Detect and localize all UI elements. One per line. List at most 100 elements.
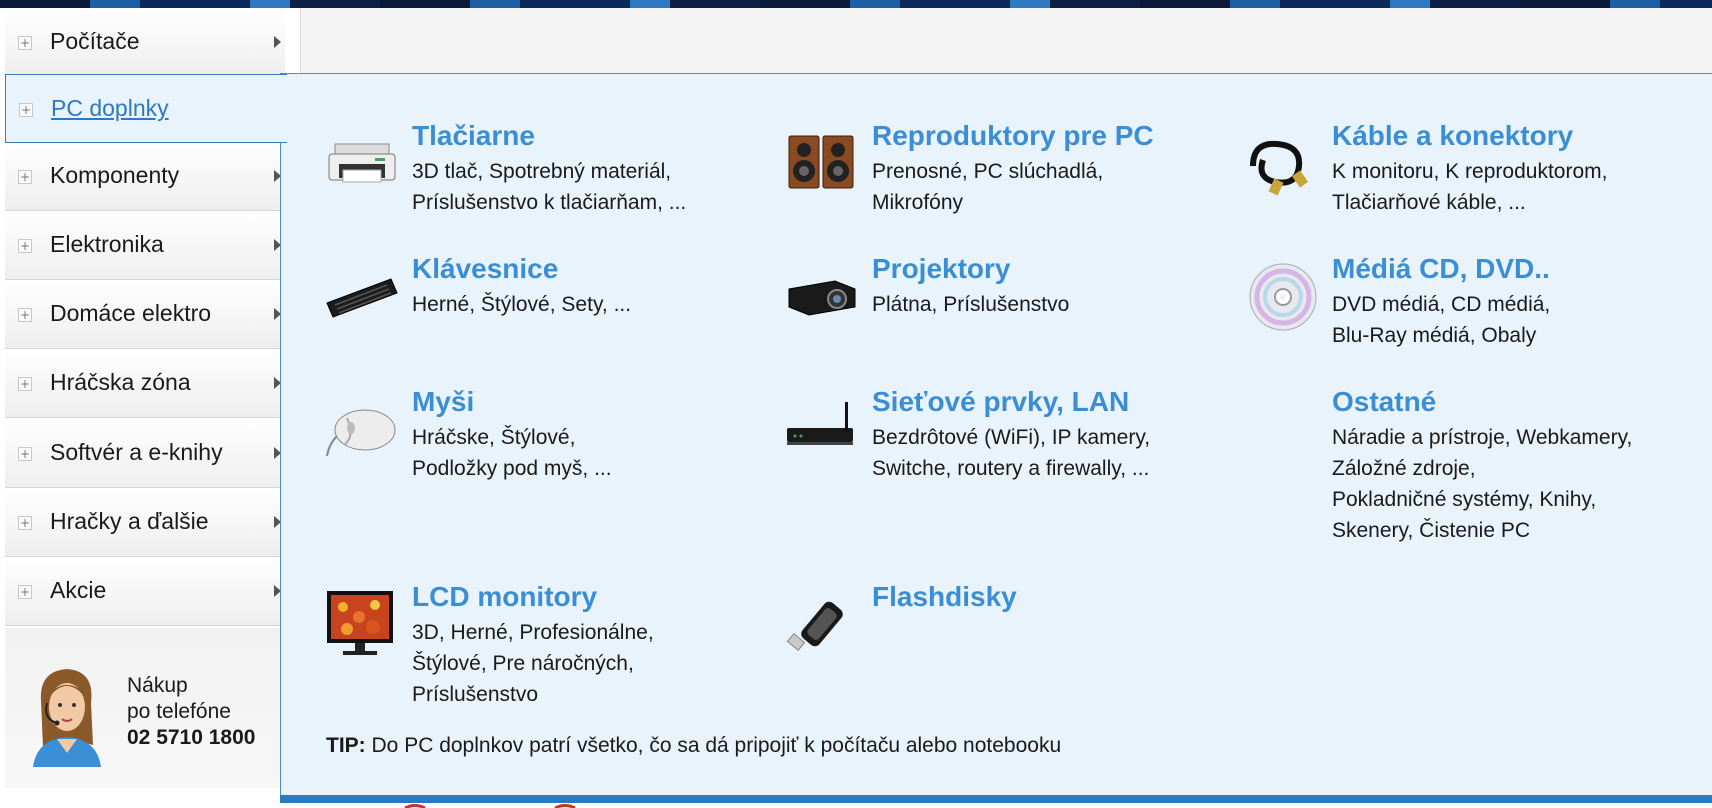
sidebar-item-pocitace[interactable]: + Počítače bbox=[5, 8, 285, 77]
sidebar-item-label[interactable]: PC doplnky bbox=[51, 95, 169, 122]
expand-plus-icon[interactable]: + bbox=[18, 36, 32, 50]
category-link[interactable]: Herné bbox=[451, 621, 508, 644]
expand-plus-icon[interactable]: + bbox=[18, 170, 32, 184]
category-title[interactable]: LCD monitory bbox=[412, 581, 597, 613]
category-link[interactable]: PC slúchadlá bbox=[974, 160, 1098, 183]
sidebar-item-label: Komponenty bbox=[50, 162, 180, 188]
category-link[interactable]: Knihy bbox=[1539, 488, 1590, 511]
operator-avatar-icon bbox=[33, 669, 101, 767]
phone-number[interactable]: 02 5710 1800 bbox=[127, 726, 255, 750]
category-title[interactable]: Flashdisky bbox=[872, 581, 1017, 613]
category-title[interactable]: Projektory bbox=[872, 253, 1011, 285]
category-link[interactable]: Príslušenstvo bbox=[943, 293, 1069, 316]
category-link[interactable]: Obaly bbox=[1481, 324, 1536, 347]
sidebar-item-label: Hračky a ďalšie bbox=[50, 508, 209, 534]
expand-plus-icon[interactable]: + bbox=[18, 239, 32, 253]
category-link[interactable]: ... bbox=[1508, 191, 1526, 214]
category-link[interactable]: Prenosné bbox=[872, 160, 962, 183]
category-link[interactable]: Skenery bbox=[1332, 519, 1407, 542]
expand-plus-icon[interactable]: + bbox=[18, 585, 32, 599]
category-link[interactable]: Štýlové bbox=[481, 293, 550, 316]
category-link[interactable]: Switche, routery a firewally bbox=[872, 457, 1120, 480]
category-title[interactable]: Myši bbox=[412, 386, 474, 418]
sidebar-item-hracky[interactable]: + Hračky a ďalšie bbox=[5, 488, 285, 557]
category-link[interactable]: Tlačiarňové káble bbox=[1332, 191, 1497, 214]
category-link[interactable]: Záložné zdroje bbox=[1332, 457, 1470, 480]
category-links: Bezdrôtové (WiFi), IP kamery, Switche, r… bbox=[872, 426, 1151, 480]
cable-icon[interactable] bbox=[1245, 126, 1319, 200]
category-link[interactable]: Bezdrôtové (WiFi) bbox=[872, 426, 1040, 449]
keyboard-icon[interactable] bbox=[325, 259, 399, 333]
category-title[interactable]: Ostatné bbox=[1332, 386, 1436, 418]
category-link[interactable]: ... bbox=[1132, 457, 1150, 480]
category-link[interactable]: K reproduktorom bbox=[1445, 160, 1601, 183]
category-link[interactable]: DVD médiá bbox=[1332, 293, 1439, 316]
category-link[interactable]: Webkamery bbox=[1516, 426, 1626, 449]
sidebar-item-elektronika[interactable]: + Elektronika bbox=[5, 211, 285, 280]
speakers-icon[interactable] bbox=[785, 126, 859, 200]
header-gray-area bbox=[300, 8, 1712, 73]
category-links: Náradie a prístroje, Webkamery, Záložné … bbox=[1332, 426, 1633, 542]
category-title[interactable]: Sieťové prvky, LAN bbox=[872, 386, 1129, 418]
category-links: Prenosné, PC slúchadlá, Mikrofóny bbox=[872, 160, 1104, 214]
sidebar-item-komponenty[interactable]: + Komponenty bbox=[5, 142, 285, 211]
category-link[interactable]: ... bbox=[594, 457, 612, 480]
category-link[interactable]: Pre náročných bbox=[493, 652, 628, 675]
cd-icon[interactable] bbox=[1245, 259, 1319, 333]
mouse-icon[interactable] bbox=[325, 392, 399, 466]
category-link[interactable]: Mikrofóny bbox=[872, 191, 963, 214]
expand-plus-icon[interactable]: + bbox=[19, 103, 33, 117]
category-link[interactable]: 3D tlač bbox=[412, 160, 477, 183]
category-link[interactable]: Profesionálne bbox=[519, 621, 647, 644]
phone-order-box: Nákup po telefóne 02 5710 1800 bbox=[5, 628, 285, 788]
category-link[interactable]: Herné bbox=[412, 293, 469, 316]
category-link[interactable]: ... bbox=[669, 191, 687, 214]
category-link[interactable]: Hráčske bbox=[412, 426, 489, 449]
expand-plus-icon[interactable]: + bbox=[18, 447, 32, 461]
category-link[interactable]: Sety bbox=[561, 293, 601, 316]
category-link[interactable]: IP kamery bbox=[1052, 426, 1145, 449]
panel-bottom-border bbox=[280, 795, 1712, 803]
expand-plus-icon[interactable]: + bbox=[18, 308, 32, 322]
category-link[interactable]: Náradie a prístroje bbox=[1332, 426, 1505, 449]
monitor-icon[interactable] bbox=[325, 587, 399, 661]
category-title[interactable]: Reproduktory pre PC bbox=[872, 120, 1154, 152]
category-title[interactable]: Káble a konektory bbox=[1332, 120, 1573, 152]
printer-icon[interactable] bbox=[325, 126, 399, 200]
category-links: K monitoru, K reproduktorom, Tlačiarňové… bbox=[1332, 160, 1608, 214]
decorative-swoosh bbox=[404, 804, 576, 808]
usb-flash-icon[interactable] bbox=[785, 587, 859, 661]
category-link[interactable]: Štýlové bbox=[412, 652, 481, 675]
category-link[interactable]: ... bbox=[614, 293, 632, 316]
category-link[interactable]: Štýlové bbox=[501, 426, 570, 449]
category-link[interactable]: K monitoru bbox=[1332, 160, 1434, 183]
sidebar-item-akcie[interactable]: + Akcie bbox=[5, 557, 285, 626]
category-link[interactable]: Spotrebný materiál bbox=[489, 160, 665, 183]
sidebar-item-hracska-zona[interactable]: + Hráčska zóna bbox=[5, 349, 285, 418]
expand-plus-icon[interactable]: + bbox=[18, 516, 32, 530]
sidebar-item-softver[interactable]: + Softvér a e-knihy bbox=[5, 419, 285, 488]
router-icon[interactable] bbox=[785, 392, 859, 466]
category-links: DVD médiá, CD médiá, Blu-Ray médiá, Obal… bbox=[1332, 293, 1551, 347]
category-link[interactable]: Príslušenstvo bbox=[412, 683, 538, 706]
category-link[interactable]: CD médiá bbox=[1451, 293, 1544, 316]
category-title[interactable]: Médiá CD, DVD.. bbox=[1332, 253, 1550, 285]
category-title[interactable]: Klávesnice bbox=[412, 253, 558, 285]
sidebar-item-label: Softvér a e-knihy bbox=[50, 439, 223, 465]
category-link[interactable]: Čistenie PC bbox=[1419, 519, 1530, 542]
category-link[interactable]: Podložky pod myš bbox=[412, 457, 582, 480]
category-link[interactable]: Blu-Ray médiá bbox=[1332, 324, 1470, 347]
tip-note: TIP: Do PC doplnkov patrí všetko, čo sa … bbox=[326, 734, 1061, 758]
category-link[interactable]: 3D bbox=[412, 621, 439, 644]
projector-icon[interactable] bbox=[785, 259, 859, 333]
sidebar-item-label: Domáce elektro bbox=[50, 300, 212, 326]
phone-label-line1: Nákup bbox=[127, 674, 188, 697]
expand-plus-icon[interactable]: + bbox=[18, 377, 32, 391]
sidebar-item-domace-elektro[interactable]: + Domáce elektro bbox=[5, 280, 285, 349]
category-link[interactable]: Pokladničné systémy bbox=[1332, 488, 1528, 511]
category-link[interactable]: Plátna bbox=[872, 293, 932, 316]
category-title[interactable]: Tlačiarne bbox=[412, 120, 535, 152]
category-link[interactable]: Príslušenstvo k tlačiarňam bbox=[412, 191, 657, 214]
sidebar-item-pc-doplnky[interactable]: + PC doplnky bbox=[5, 74, 287, 143]
phone-label-line2: po telefóne bbox=[127, 700, 231, 723]
